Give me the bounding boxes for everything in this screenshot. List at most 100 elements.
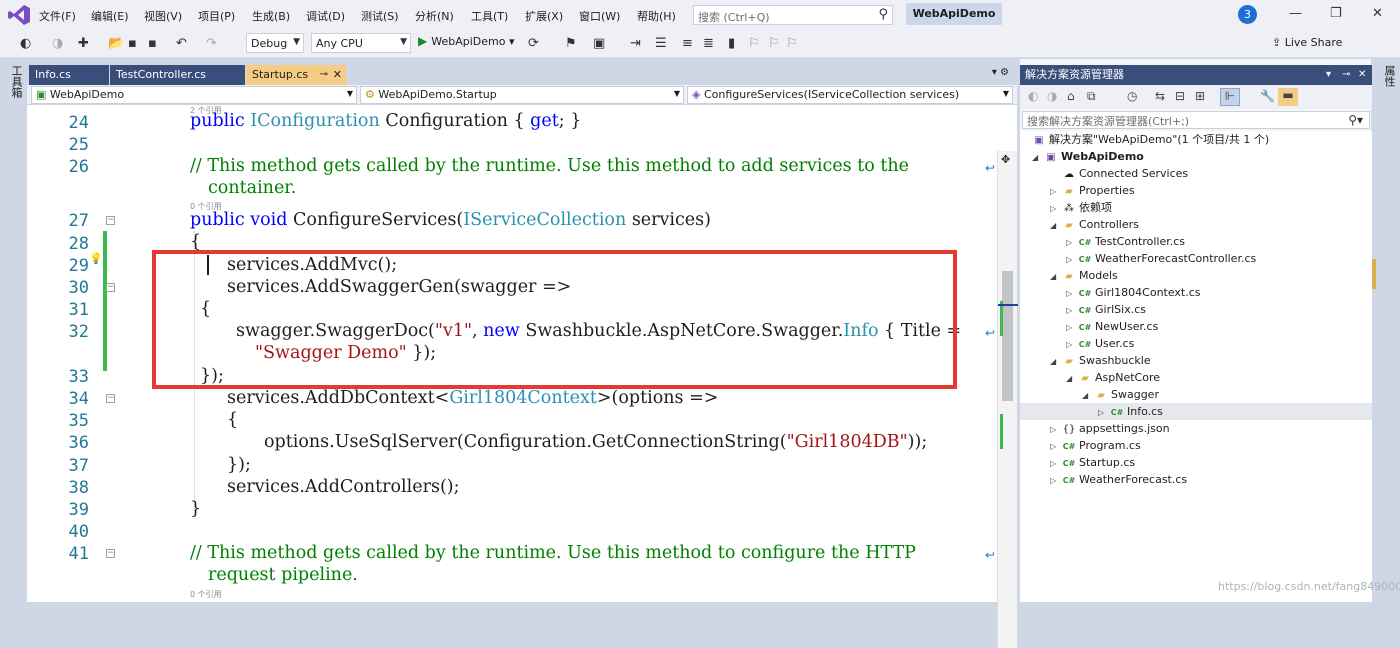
menu-window[interactable]: 窗口(W) — [579, 8, 620, 24]
menu-extensions[interactable]: 扩展(X) — [525, 8, 563, 24]
prev-bookmark-icon[interactable]: ⚐ — [748, 36, 760, 51]
toolbox-strip[interactable]: 工具箱 — [0, 59, 27, 602]
forward-icon[interactable]: ◑ — [1047, 89, 1057, 103]
tab-startup-cs[interactable]: Startup.cs ⊸ ✕ — [246, 65, 346, 85]
tree-file[interactable]: ▷ C# Program.cs — [1050, 437, 1141, 454]
tree-file[interactable]: ▷ C# User.cs — [1066, 335, 1134, 352]
expanded-icon[interactable]: ◢ — [1050, 268, 1062, 285]
tab-testcontroller-cs[interactable]: TestController.cs — [110, 65, 245, 85]
browser-link-icon[interactable]: ⚑ — [565, 36, 577, 51]
tree-project[interactable]: ◢ ▣ WebApiDemo — [1032, 148, 1144, 165]
expanded-icon[interactable]: ◢ — [1032, 149, 1044, 166]
menu-analyze[interactable]: 分析(N) — [415, 8, 454, 24]
collapse-icon[interactable]: − — [106, 283, 115, 292]
menu-view[interactable]: 视图(V) — [144, 8, 182, 24]
pending-changes-icon[interactable]: ◷ — [1127, 89, 1137, 103]
tree-file[interactable]: ▷ C# Startup.cs — [1050, 454, 1135, 471]
collapsed-icon[interactable]: ▷ — [1066, 251, 1078, 268]
step-icon[interactable]: ⇥ — [630, 36, 641, 51]
tree-file-selected[interactable]: ▷ C# Info.cs — [1020, 403, 1372, 420]
collapse-icon[interactable]: − — [106, 216, 115, 225]
sync-icon[interactable]: ⇆ — [1155, 89, 1165, 103]
expanded-icon[interactable]: ◢ — [1050, 217, 1062, 234]
tree-dependencies[interactable]: ▷ ⁂ 依赖项 — [1050, 199, 1112, 216]
collapsed-icon[interactable]: ▷ — [1066, 285, 1078, 302]
redo-icon[interactable]: ↷ — [206, 36, 217, 51]
run-button[interactable]: ▶ WebApiDemo ▾ — [418, 34, 515, 48]
tree-connected-services[interactable]: ☁ Connected Services — [1050, 165, 1188, 182]
collapsed-icon[interactable]: ▷ — [1050, 183, 1062, 200]
tree-swagger[interactable]: ◢ ▰ Swagger — [1082, 386, 1159, 403]
restore-icon[interactable]: ❐ — [1330, 6, 1342, 21]
collapsed-icon[interactable]: ▷ — [1098, 404, 1110, 421]
screen-icon[interactable]: ▣ — [593, 36, 605, 51]
tree-solution[interactable]: ▣ 解决方案"WebApiDemo"(1 个项目/共 1 个) — [1032, 131, 1269, 148]
vertical-scrollbar[interactable]: ✥ — [997, 151, 1018, 648]
refresh-icon[interactable]: ⟳ — [528, 36, 539, 51]
tree-swashbuckle[interactable]: ◢ ▰ Swashbuckle — [1050, 352, 1151, 369]
dropdown-icon[interactable]: ▾ — [1326, 65, 1331, 85]
tree-controllers[interactable]: ◢ ▰ Controllers — [1050, 216, 1139, 233]
menu-build[interactable]: 生成(B) — [252, 8, 290, 24]
tree-file[interactable]: ▷ C# WeatherForecastController.cs — [1066, 250, 1256, 267]
reference-hint[interactable]: 0 个引用 — [190, 589, 222, 600]
menu-edit[interactable]: 编辑(E) — [91, 8, 129, 24]
tree-models[interactable]: ◢ ▰ Models — [1050, 267, 1118, 284]
split-icon[interactable]: ✥ — [1001, 153, 1010, 166]
expanded-icon[interactable]: ◢ — [1066, 370, 1078, 387]
pin-icon[interactable]: ⊸ — [320, 65, 328, 85]
collapsed-icon[interactable]: ▷ — [1066, 234, 1078, 251]
new-project-icon[interactable]: ✚ — [78, 36, 89, 51]
live-share-button[interactable]: ⇪ Live Share — [1272, 36, 1342, 49]
tree-file[interactable]: ▷ C# NewUser.cs — [1066, 318, 1158, 335]
close-tab-icon[interactable]: ✕ — [333, 65, 342, 85]
back-icon[interactable]: ◐ — [20, 36, 31, 51]
config-select[interactable]: Debug ▼ — [246, 33, 304, 53]
notification-badge[interactable]: 3 — [1238, 5, 1257, 24]
visual-studio-logo-icon[interactable] — [8, 5, 30, 25]
menu-debug[interactable]: 调试(D) — [306, 8, 345, 24]
code-area[interactable]: 24 25 26 27 28 29 30 31 32 33 34 35 36 3… — [27, 105, 1018, 648]
lightbulb-icon[interactable]: 💡 — [89, 252, 103, 265]
collapse-icon[interactable]: − — [106, 549, 115, 558]
open-icon[interactable]: 📂 — [108, 36, 124, 51]
collapsed-icon[interactable]: ▷ — [1050, 438, 1062, 455]
bookmark-icon[interactable]: ▮ — [728, 36, 735, 51]
expanded-icon[interactable]: ◢ — [1082, 387, 1094, 404]
member-dropdown[interactable]: ◈ ConfigureServices(IServiceCollection s… — [687, 86, 1013, 104]
tab-overflow-icon[interactable]: ▾ ⚙ — [992, 67, 1009, 78]
home-icon[interactable]: ⌂ — [1067, 89, 1075, 103]
show-all-files-icon[interactable]: ⊞ — [1195, 89, 1205, 103]
format-icon[interactable]: ☰ — [655, 36, 667, 51]
menu-test[interactable]: 测试(S) — [361, 8, 399, 24]
close-icon[interactable]: ✕ — [1372, 6, 1383, 21]
tree-file[interactable]: ▷ C# GirlSix.cs — [1066, 301, 1146, 318]
save-all-icon[interactable]: ▪ — [148, 36, 157, 51]
close-icon[interactable]: ✕ — [1358, 65, 1366, 85]
collapsed-icon[interactable]: ▷ — [1050, 455, 1062, 472]
tree-file[interactable]: ▷ C# TestController.cs — [1066, 233, 1185, 250]
collapsed-icon[interactable]: ▷ — [1050, 421, 1062, 438]
clear-bookmark-icon[interactable]: ⚐ — [786, 36, 798, 51]
forward-icon[interactable]: ◑ — [52, 36, 63, 51]
uncomment-icon[interactable]: ≣ — [703, 36, 714, 51]
collapsed-icon[interactable]: ▷ — [1050, 200, 1062, 217]
undo-icon[interactable]: ↶ — [176, 36, 187, 51]
platform-select[interactable]: Any CPU ▼ — [311, 33, 411, 53]
solution-search-input[interactable]: 搜索解决方案资源管理器(Ctrl+;) ⚲▾ — [1022, 111, 1370, 129]
tree-file[interactable]: ▷{} appsettings.json — [1050, 420, 1170, 437]
preview-icon[interactable]: ⊩ — [1220, 88, 1240, 106]
properties-icon[interactable]: 🔧 — [1260, 89, 1275, 103]
search-input[interactable]: 搜索 (Ctrl+Q) ⚲ — [693, 5, 893, 25]
comment-icon[interactable]: ≡ — [682, 36, 693, 51]
tree-file[interactable]: ▷ C# WeatherForecast.cs — [1050, 471, 1187, 488]
tree-aspnetcore[interactable]: ◢ ▰ AspNetCore — [1066, 369, 1160, 386]
minus-icon[interactable]: ▬ — [1278, 88, 1298, 106]
menu-project[interactable]: 项目(P) — [198, 8, 235, 24]
tree-properties[interactable]: ▷ ▰ Properties — [1050, 182, 1135, 199]
tab-info-cs[interactable]: Info.cs — [29, 65, 109, 85]
collapsed-icon[interactable]: ▷ — [1066, 336, 1078, 353]
menu-tools[interactable]: 工具(T) — [471, 8, 508, 24]
collapsed-icon[interactable]: ▷ — [1066, 302, 1078, 319]
project-dropdown[interactable]: ▣ WebApiDemo ▼ — [31, 86, 357, 104]
